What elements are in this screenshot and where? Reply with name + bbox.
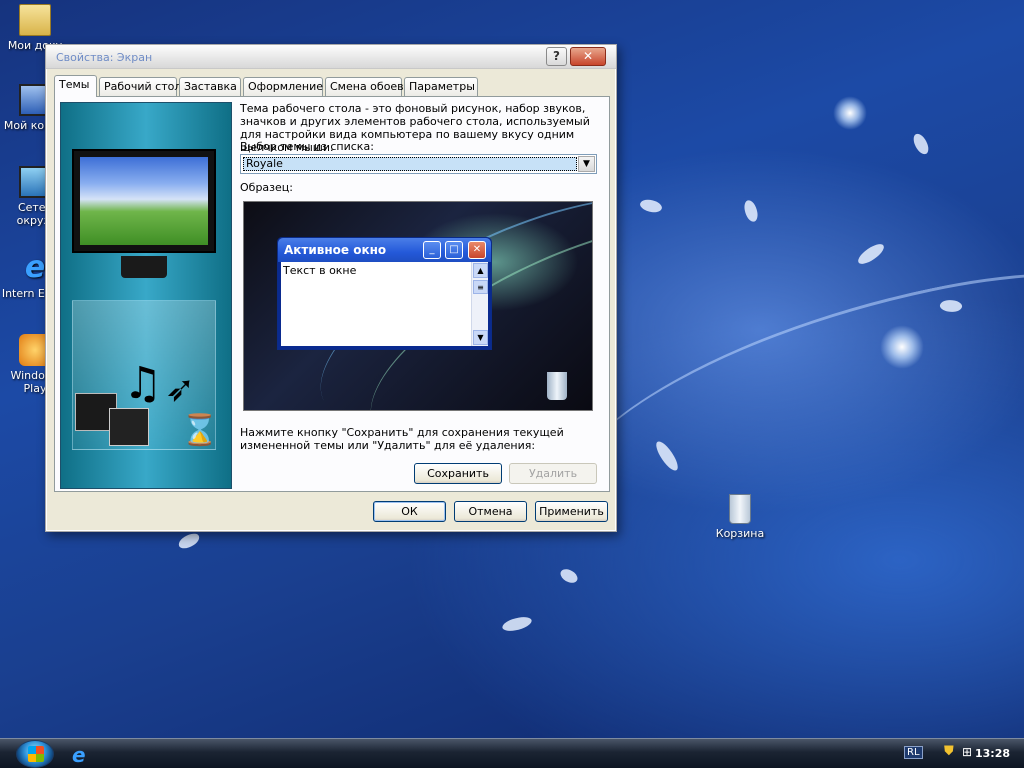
wallpaper-petal <box>176 531 202 551</box>
desktop-icon-label: Корзина <box>715 527 765 540</box>
network-tray-icon[interactable]: ⊞ <box>962 745 972 759</box>
recycle-bin-icon <box>547 372 567 400</box>
sample-label: Образец: <box>240 181 293 194</box>
theme-select[interactable]: Royale ▼ <box>240 154 597 174</box>
language-indicator[interactable]: RL <box>904 746 923 759</box>
wallpaper-flare <box>880 325 924 369</box>
quick-launch-ie-icon[interactable]: e <box>72 743 86 767</box>
wallpaper-petal <box>638 196 664 216</box>
title-bar[interactable]: Свойства: Экран ? ✕ <box>46 45 616 69</box>
folder-icon <box>19 4 51 36</box>
wallpaper-petal <box>911 131 931 157</box>
apply-button[interactable]: Применить <box>535 501 608 522</box>
save-theme-button[interactable]: Сохранить <box>414 463 502 484</box>
app-window-icon <box>109 408 149 446</box>
system-tray: RL ⛊ ⊞ 13:28 <box>894 739 1024 768</box>
recycle-bin-icon <box>729 494 751 524</box>
scroll-up-icon: ▲ <box>473 263 488 278</box>
theme-select-value: Royale <box>243 157 577 171</box>
help-button[interactable]: ? <box>546 47 567 66</box>
scroll-thumb: ≡ <box>473 280 488 294</box>
close-button[interactable]: ✕ <box>570 47 606 66</box>
tab-settings[interactable]: Параметры <box>404 77 478 96</box>
sample-scrollbar: ▲ ≡ ▼ <box>471 262 488 346</box>
monitor-icon <box>72 149 216 253</box>
mouse-cursor-icon: ➘ <box>386 308 400 327</box>
windows-logo-icon <box>28 746 44 762</box>
scroll-down-icon: ▼ <box>473 330 488 345</box>
tab-appearance[interactable]: Оформление <box>243 77 323 96</box>
wallpaper-petal <box>501 615 533 633</box>
desktop-icon-recycle-bin[interactable]: Корзина <box>705 494 775 540</box>
monitor-stand <box>121 256 167 278</box>
taskbar: e RL ⛊ ⊞ 13:28 <box>0 738 1024 768</box>
ok-button[interactable]: ОК <box>373 501 446 522</box>
maximize-icon: □ <box>445 241 463 259</box>
window-title: Свойства: Экран <box>56 51 153 64</box>
start-button[interactable] <box>16 740 54 768</box>
wallpaper-flare <box>833 96 867 130</box>
themes-panel: ♫ ➶ ⌛ Тема рабочего стола - это фоновый … <box>54 96 610 492</box>
sample-window-title: Активное окно <box>284 243 387 257</box>
music-note-icon: ♫ <box>123 358 163 409</box>
theme-sample-preview: Активное окно _ □ ✕ Текст в окне ▲ ≡ ▼ ➘ <box>243 201 593 411</box>
tab-desktop[interactable]: Рабочий стол <box>99 77 181 96</box>
sample-active-window: Активное окно _ □ ✕ Текст в окне ▲ ≡ ▼ <box>277 237 492 350</box>
minimize-icon: _ <box>423 241 441 259</box>
wallpaper-petal <box>743 199 759 223</box>
display-properties-dialog: Свойства: Экран ? ✕ Темы Рабочий стол За… <box>45 44 617 532</box>
wallpaper-petal <box>855 241 887 267</box>
tab-wallpaper-changer[interactable]: Смена обоев <box>325 77 404 96</box>
tab-screensaver[interactable]: Заставка <box>179 77 241 96</box>
sample-window-titlebar: Активное окно _ □ ✕ <box>278 238 491 262</box>
dropdown-arrow-icon[interactable]: ▼ <box>578 156 595 172</box>
clock[interactable]: 13:28 <box>975 747 1010 760</box>
tab-themes[interactable]: Темы <box>54 75 97 97</box>
sample-window-text: Текст в окне <box>283 264 357 277</box>
theme-preview-image: ♫ ➶ ⌛ <box>60 102 232 489</box>
sample-window-body: Текст в окне ▲ ≡ ▼ <box>281 262 488 346</box>
shield-icon[interactable]: ⛊ <box>944 744 954 759</box>
theme-select-label: Выбор темы из списка: <box>240 140 374 153</box>
cursor-icon: ➶ <box>165 369 196 410</box>
hourglass-icon: ⌛ <box>181 413 219 448</box>
close-icon: ✕ <box>468 241 486 259</box>
save-hint-text: Нажмите кнопку "Сохранить" для сохранени… <box>240 426 564 452</box>
delete-theme-button[interactable]: Удалить <box>509 463 597 484</box>
cancel-button[interactable]: Отмена <box>454 501 527 522</box>
